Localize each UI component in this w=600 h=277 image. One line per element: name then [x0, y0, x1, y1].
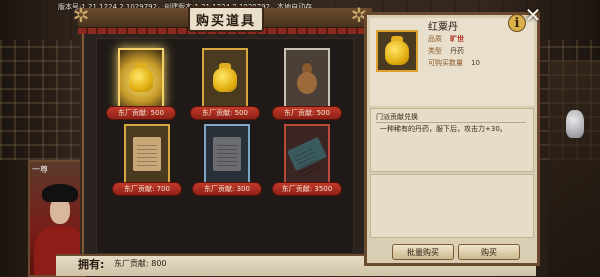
- detail-item-icon: [376, 30, 418, 72]
- attr-key: 可购买数量: [428, 59, 463, 67]
- price-label: 东厂贡献: 500: [272, 106, 342, 120]
- divider: [376, 122, 526, 123]
- description-title: 门派贡献兑换: [376, 113, 418, 121]
- extra-info-box: [370, 174, 534, 238]
- lattice-window-left: [0, 40, 80, 160]
- item-slot[interactable]: [118, 48, 164, 108]
- shop-item[interactable]: 东厂贡献: 3500: [272, 120, 342, 200]
- batch-buy-button[interactable]: 批量购买: [392, 244, 454, 260]
- price-label: 东厂贡献: 500: [106, 106, 176, 120]
- right-decoration: [548, 60, 600, 277]
- price-label: 东厂贡献: 500: [190, 106, 260, 120]
- owned-value: 东厂贡献: 800: [114, 259, 167, 268]
- attr-key: 品质: [428, 35, 442, 43]
- jar-icon: [212, 63, 238, 93]
- owned-label: 拥有:: [78, 258, 105, 271]
- price-label: 东厂贡献: 700: [112, 182, 182, 196]
- dragon-ornament-icon: ✲: [72, 3, 90, 27]
- item-slot[interactable]: [124, 124, 170, 184]
- shop-title: 购买道具: [188, 6, 264, 32]
- item-name: 红粟丹: [428, 22, 458, 33]
- item-slot[interactable]: [284, 124, 330, 184]
- attr-value: 10: [471, 59, 480, 67]
- price-label: 东厂贡献: 3500: [272, 182, 342, 196]
- book-icon: [133, 137, 161, 171]
- description-text: 一种稀有的丹药，服下后，攻击力+30。: [380, 125, 507, 133]
- attr-type: 类型 丹药: [428, 46, 464, 56]
- jar-icon: [384, 36, 410, 66]
- attr-value: 旷世: [450, 35, 464, 43]
- close-icon[interactable]: ✕: [522, 4, 544, 26]
- vase-icon: [566, 110, 584, 138]
- portrait-label: 一尊: [32, 165, 48, 174]
- shop-item[interactable]: 东厂贡献: 300: [192, 120, 262, 200]
- attr-quality: 品质 旷世: [428, 34, 464, 44]
- attr-key: 类型: [428, 47, 442, 55]
- portrait-hat: [42, 184, 78, 202]
- book-icon: [286, 136, 328, 172]
- item-slot[interactable]: [284, 48, 330, 108]
- shop-item[interactable]: 东厂贡献: 700: [112, 120, 182, 200]
- item-slot[interactable]: [202, 48, 248, 108]
- jar-icon: [128, 63, 154, 93]
- shop-item[interactable]: 东厂贡献: 500: [106, 44, 176, 124]
- book-icon: [213, 137, 241, 171]
- item-slot[interactable]: [204, 124, 250, 184]
- shop-item[interactable]: 东厂贡献: 500: [272, 44, 342, 124]
- shop-item[interactable]: 东厂贡献: 500: [190, 44, 260, 124]
- attr-buyable-count: 可购买数量 10: [428, 58, 480, 68]
- gourd-icon: [296, 61, 318, 95]
- buy-button[interactable]: 购买: [458, 244, 520, 260]
- price-label: 东厂贡献: 300: [192, 182, 262, 196]
- attr-value: 丹药: [450, 47, 464, 55]
